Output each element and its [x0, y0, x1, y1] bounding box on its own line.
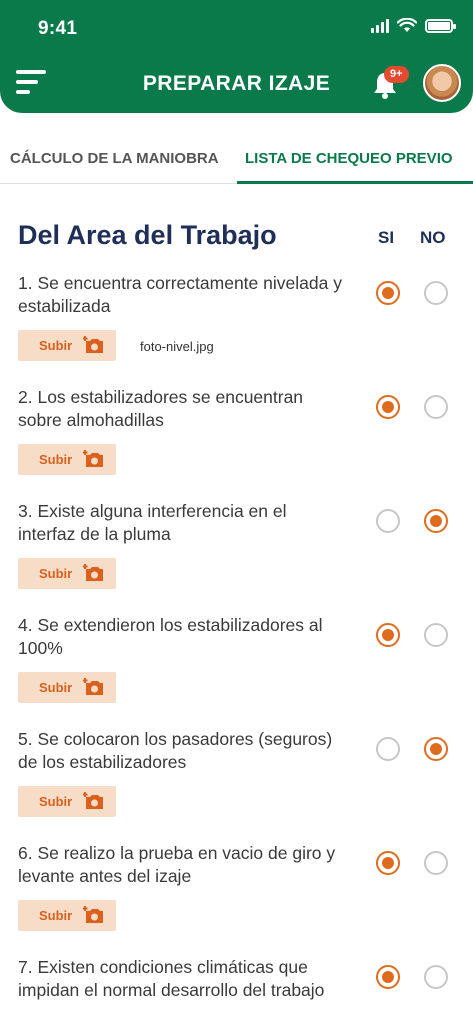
upload-label: Subir — [39, 566, 73, 581]
notification-badge: 9+ — [384, 66, 409, 83]
radio-no[interactable] — [424, 281, 448, 305]
cellular-signal-icon — [371, 18, 389, 33]
column-header-no: NO — [420, 228, 446, 247]
checklist-item-text: 1. Se encuentra correctamente nivelada y… — [18, 273, 342, 316]
add-camera-icon — [83, 906, 103, 923]
checklist-item-text: 5. Se colocaron los pasadores (seguros) … — [18, 729, 333, 772]
upload-button[interactable]: Subir — [18, 444, 116, 475]
checklist-item-text: 6. Se realizo la prueba en vacio de giro… — [18, 843, 336, 886]
radio-no[interactable] — [424, 737, 448, 761]
radio-si[interactable] — [376, 509, 400, 533]
radio-si[interactable] — [376, 851, 400, 875]
tab-lista-chequeo[interactable]: LISTA DE CHEQUEO PREVIO — [245, 150, 453, 167]
radio-si[interactable] — [376, 395, 400, 419]
tab-calculo-maniobra[interactable]: CÁLCULO DE LA MANIOBRA — [10, 150, 219, 167]
checklist-item-text: 3. Existe alguna interferencia en el int… — [18, 501, 287, 544]
checklist-item-text: 4. Se extendieron los estabilizadores al… — [18, 615, 323, 658]
active-tab-indicator — [237, 181, 473, 184]
column-header-si: SI — [378, 228, 395, 247]
tab-bar: CÁLCULO DE LA MANIOBRA LISTA DE CHEQUEO … — [0, 140, 473, 184]
upload-label: Subir — [39, 908, 73, 923]
checklist-item-text: 7. Existen condiciones climáticas que im… — [18, 957, 325, 1000]
upload-button[interactable]: Subir — [18, 558, 116, 589]
add-camera-icon — [83, 792, 103, 809]
status-icons — [371, 18, 456, 33]
add-camera-icon — [83, 678, 103, 695]
radio-si[interactable] — [376, 623, 400, 647]
upload-label: Subir — [39, 452, 73, 467]
upload-label: Subir — [39, 338, 73, 353]
radio-no[interactable] — [424, 623, 448, 647]
upload-button[interactable]: Subir — [18, 672, 116, 703]
radio-no[interactable] — [424, 965, 448, 989]
radio-si[interactable] — [376, 737, 400, 761]
radio-si[interactable] — [376, 281, 400, 305]
radio-si[interactable] — [376, 965, 400, 989]
radio-no[interactable] — [424, 851, 448, 875]
section-title: Del Area del Trabajo — [18, 220, 277, 250]
battery-icon — [425, 18, 456, 33]
upload-button[interactable]: Subir — [18, 330, 116, 361]
checklist-item-text: 2. Los estabilizadores se encuentran sob… — [18, 387, 304, 430]
add-camera-icon — [83, 336, 103, 353]
status-time: 9:41 — [38, 18, 78, 39]
upload-button[interactable]: Subir — [18, 900, 116, 931]
add-camera-icon — [83, 450, 103, 467]
radio-no[interactable] — [424, 395, 448, 419]
upload-label: Subir — [39, 794, 73, 809]
uploaded-file-name[interactable]: foto-nivel.jpg — [140, 339, 214, 354]
radio-no[interactable] — [424, 509, 448, 533]
add-camera-icon — [83, 564, 103, 581]
avatar[interactable] — [423, 64, 461, 102]
app-header: 9:41 PREPARAR IZAJE 9+ — [0, 0, 473, 113]
upload-label: Subir — [39, 680, 73, 695]
wifi-icon — [397, 18, 417, 32]
upload-button[interactable]: Subir — [18, 786, 116, 817]
